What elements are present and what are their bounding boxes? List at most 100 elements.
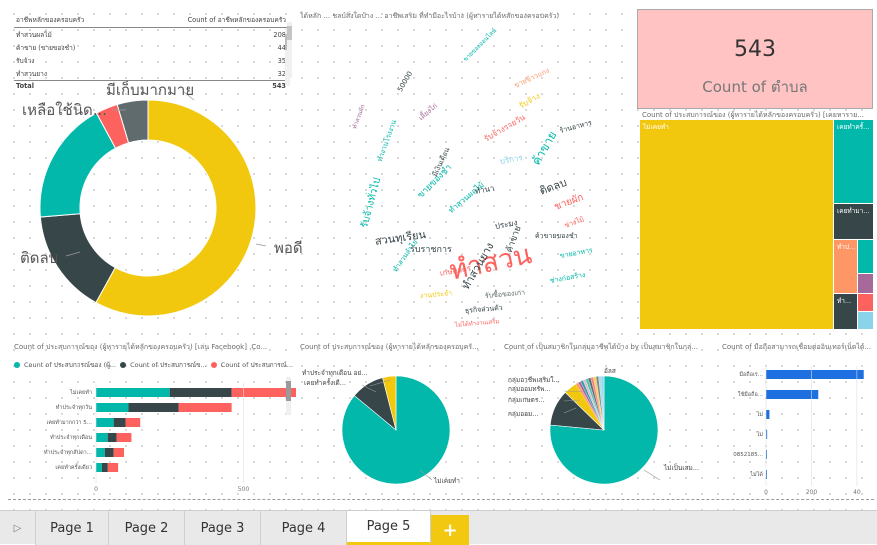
- tab-page-4[interactable]: Page 4: [261, 511, 347, 545]
- table-header-row: อาชีพหลักของครอบครัว Count of อาชีพหลักข…: [14, 12, 288, 28]
- mobile-internet-bar-chart[interactable]: Count of มือถือสามารถเชื่อมต่ออินเทอร์เน…: [722, 342, 874, 500]
- experience-pie-chart[interactable]: Count of ประสบการณ์ของ (ผู้หารายได้หลักข…: [300, 342, 500, 500]
- wordcloud-word[interactable]: ติดลบ: [538, 176, 569, 198]
- card-value: 543: [734, 37, 776, 62]
- donut-label-upper-left: เหลือใช้นิด...: [22, 101, 108, 119]
- bar1-category-label: เคยทำครั้งเดียว: [55, 463, 92, 471]
- wordcloud-word[interactable]: ค้าขาย: [529, 129, 559, 168]
- bar1-bar: [113, 418, 126, 427]
- wordcloud-title: ได้หลัก ... ชลบ์สิ่งใดบ้าง ... อาชีพเสริ…: [300, 12, 560, 20]
- wordcloud-word[interactable]: บริการ: [499, 153, 523, 166]
- bar1-category-label: ทำประจำทุกสัปดา...: [44, 449, 92, 456]
- wordcloud-word[interactable]: ทำสวนผัก: [351, 104, 366, 130]
- wordcloud-word[interactable]: ขายอาหาร: [559, 246, 593, 260]
- wordcloud-word[interactable]: ค้าขายของชำ: [535, 233, 578, 240]
- add-page-button[interactable]: +: [431, 515, 469, 545]
- treemap-cells: ไม่เคยทำ เคยทำครั้... เคยทำมา... ทำป... ทำ..…: [640, 120, 874, 330]
- wordcloud-word[interactable]: ไม่ได้ทำงานเสริม: [455, 318, 500, 329]
- bar1-bar: [96, 433, 108, 442]
- wordcloud-word[interactable]: 50000: [396, 70, 414, 93]
- treemap-cell[interactable]: เคยทำครั้...: [834, 120, 873, 203]
- table-row[interactable]: รับจ้าง 35: [14, 54, 288, 67]
- wordcloud-word[interactable]: เลี้ยงไก่: [417, 102, 439, 122]
- tab-scroll-left-button[interactable]: ▷: [0, 511, 36, 545]
- bar2-bar: [766, 410, 770, 419]
- bar1-bar: [169, 388, 232, 397]
- treemap-cell[interactable]: [858, 274, 873, 293]
- bar1-bar: [96, 418, 114, 427]
- tab-page-1[interactable]: Page 1: [36, 511, 109, 545]
- bar1-bar: [125, 418, 141, 427]
- treemap-cell[interactable]: เคยทำมา...: [834, 204, 873, 239]
- bar2-category-label: ใช้มือถือ...: [738, 391, 763, 398]
- bar1-bar: [107, 463, 119, 472]
- word-cloud[interactable]: ได้หลัก ... ชลบ์สิ่งใดบ้าง ... อาชีพเสริ…: [300, 8, 630, 346]
- pie2-label: กลุ่มออมทรัพ...: [508, 385, 551, 393]
- bar1-bar: [96, 463, 102, 472]
- table-cell: ทำสวนผลไม้: [16, 31, 52, 39]
- wordcloud-word[interactable]: งานประจำ: [420, 289, 453, 300]
- bar2-category-label: ไม่: [756, 411, 764, 418]
- bar1-category-label: ทำประจำทุกวัน: [56, 404, 92, 411]
- treemap-cell[interactable]: ทำป...: [834, 240, 857, 293]
- table-cell: ค้าขาย (ขายของชำ): [16, 44, 76, 52]
- treemap-cell[interactable]: [858, 312, 873, 329]
- tab-page-5[interactable]: Page 5: [347, 511, 431, 545]
- wordcloud-word[interactable]: ขายข้าวแกง: [513, 67, 550, 90]
- canvas-border: [8, 499, 874, 500]
- leader-line: [255, 243, 267, 247]
- count-card[interactable]: 543 Count of ตำบล: [637, 9, 873, 109]
- table-cell: 44: [277, 43, 286, 52]
- wordcloud-word[interactable]: รับจ้างทั่วไป: [359, 177, 383, 230]
- table-header[interactable]: อาชีพหลักของครอบครัว: [14, 12, 165, 28]
- wordcloud-word[interactable]: ช่างก่อสร้าง: [549, 271, 586, 285]
- bar1-tick-label: 0: [94, 486, 98, 493]
- table-row[interactable]: ค้าขาย (ขายของชำ) 44: [14, 41, 288, 54]
- wordcloud-word[interactable]: ทำนา: [474, 184, 495, 196]
- bar1-bar: [116, 433, 132, 442]
- bar1-bar: [96, 448, 105, 457]
- bar1-scrollbar[interactable]: [286, 377, 291, 415]
- balance-donut-chart[interactable]: มีเก็บมากมาย เหลือใช้นิด... ติดลบ พอดี: [14, 74, 303, 339]
- slicer-scrollbar[interactable]: [287, 22, 292, 78]
- bar1-bar: [96, 388, 170, 397]
- wordcloud-word[interactable]: รับราชการ: [410, 246, 452, 255]
- treemap-cell[interactable]: ไม่เคยทำ: [640, 120, 833, 329]
- tab-page-2[interactable]: Page 2: [109, 511, 185, 545]
- donut-slice: [39, 112, 117, 218]
- bar2-tick-label: 40: [853, 489, 861, 496]
- wordcloud-word[interactable]: รับจ้างรายวัน: [483, 113, 527, 144]
- card-label: Count of ตำบล: [702, 78, 808, 96]
- table-row[interactable]: ทำสวนผลไม้ 208: [14, 28, 288, 42]
- table-cell: รับจ้าง: [16, 57, 35, 65]
- wordcloud-word[interactable]: รับจ้าง: [518, 91, 542, 110]
- treemap-cell[interactable]: [858, 294, 873, 311]
- wordcloud-word[interactable]: ขายของออนไลน์: [462, 27, 498, 63]
- experience-treemap[interactable]: Count of ประสบการณ์ของ (ผู้หารายได้หลักข…: [640, 110, 874, 340]
- pie1-label: เคยทำครั้งเดี...: [304, 379, 346, 387]
- pie2-label: ไม่เป็นเสม...: [664, 464, 700, 472]
- bar1-bar: [107, 433, 117, 442]
- wordcloud-word[interactable]: รับซื้อของเก่า: [485, 289, 526, 300]
- pie1-label: ไม่เคยทำ: [434, 477, 460, 485]
- membership-pie-chart[interactable]: Count of เป็นสมาชิกในกลุ่มอาชีพได้บ้าง b…: [504, 342, 718, 500]
- bar1-category-label: เคยทำมากกว่า 5...: [46, 419, 92, 426]
- tab-page-3[interactable]: Page 3: [185, 511, 261, 545]
- bar2-category-label: มือถือเร...: [739, 371, 763, 378]
- bar2-tick-label: 0: [764, 489, 768, 496]
- wordcloud-word[interactable]: ร้านอาหาร: [559, 119, 593, 135]
- bar2-svg: มือถือเร...ใช้มือถือ...ไม่ไม่0852185...ไ…: [733, 366, 864, 496]
- wordcloud-word[interactable]: ช่างไม้: [563, 215, 585, 229]
- treemap-cell[interactable]: ทำ...: [834, 294, 857, 329]
- table-header[interactable]: Count of อาชีพหลักของครอบครัว: [164, 12, 288, 28]
- bar2-category-label: 0852185...: [733, 452, 763, 458]
- experience-stacked-bar-chart[interactable]: Count of ประสบการณ์ของ (ผู้หารายได้หลักข…: [14, 342, 296, 500]
- wordcloud-word[interactable]: ทำงานโรงงาน: [376, 119, 398, 163]
- bar1-bar: [113, 448, 125, 457]
- wordcloud-word[interactable]: ธุรกิจส่วนตัว: [465, 304, 503, 315]
- leader-line: [643, 469, 661, 481]
- bar1-tick-label: 500: [238, 486, 250, 493]
- treemap-cell[interactable]: [858, 240, 873, 273]
- donut-label-right: พอดี: [274, 239, 303, 257]
- wordcloud-word[interactable]: ขายผัก: [553, 192, 585, 213]
